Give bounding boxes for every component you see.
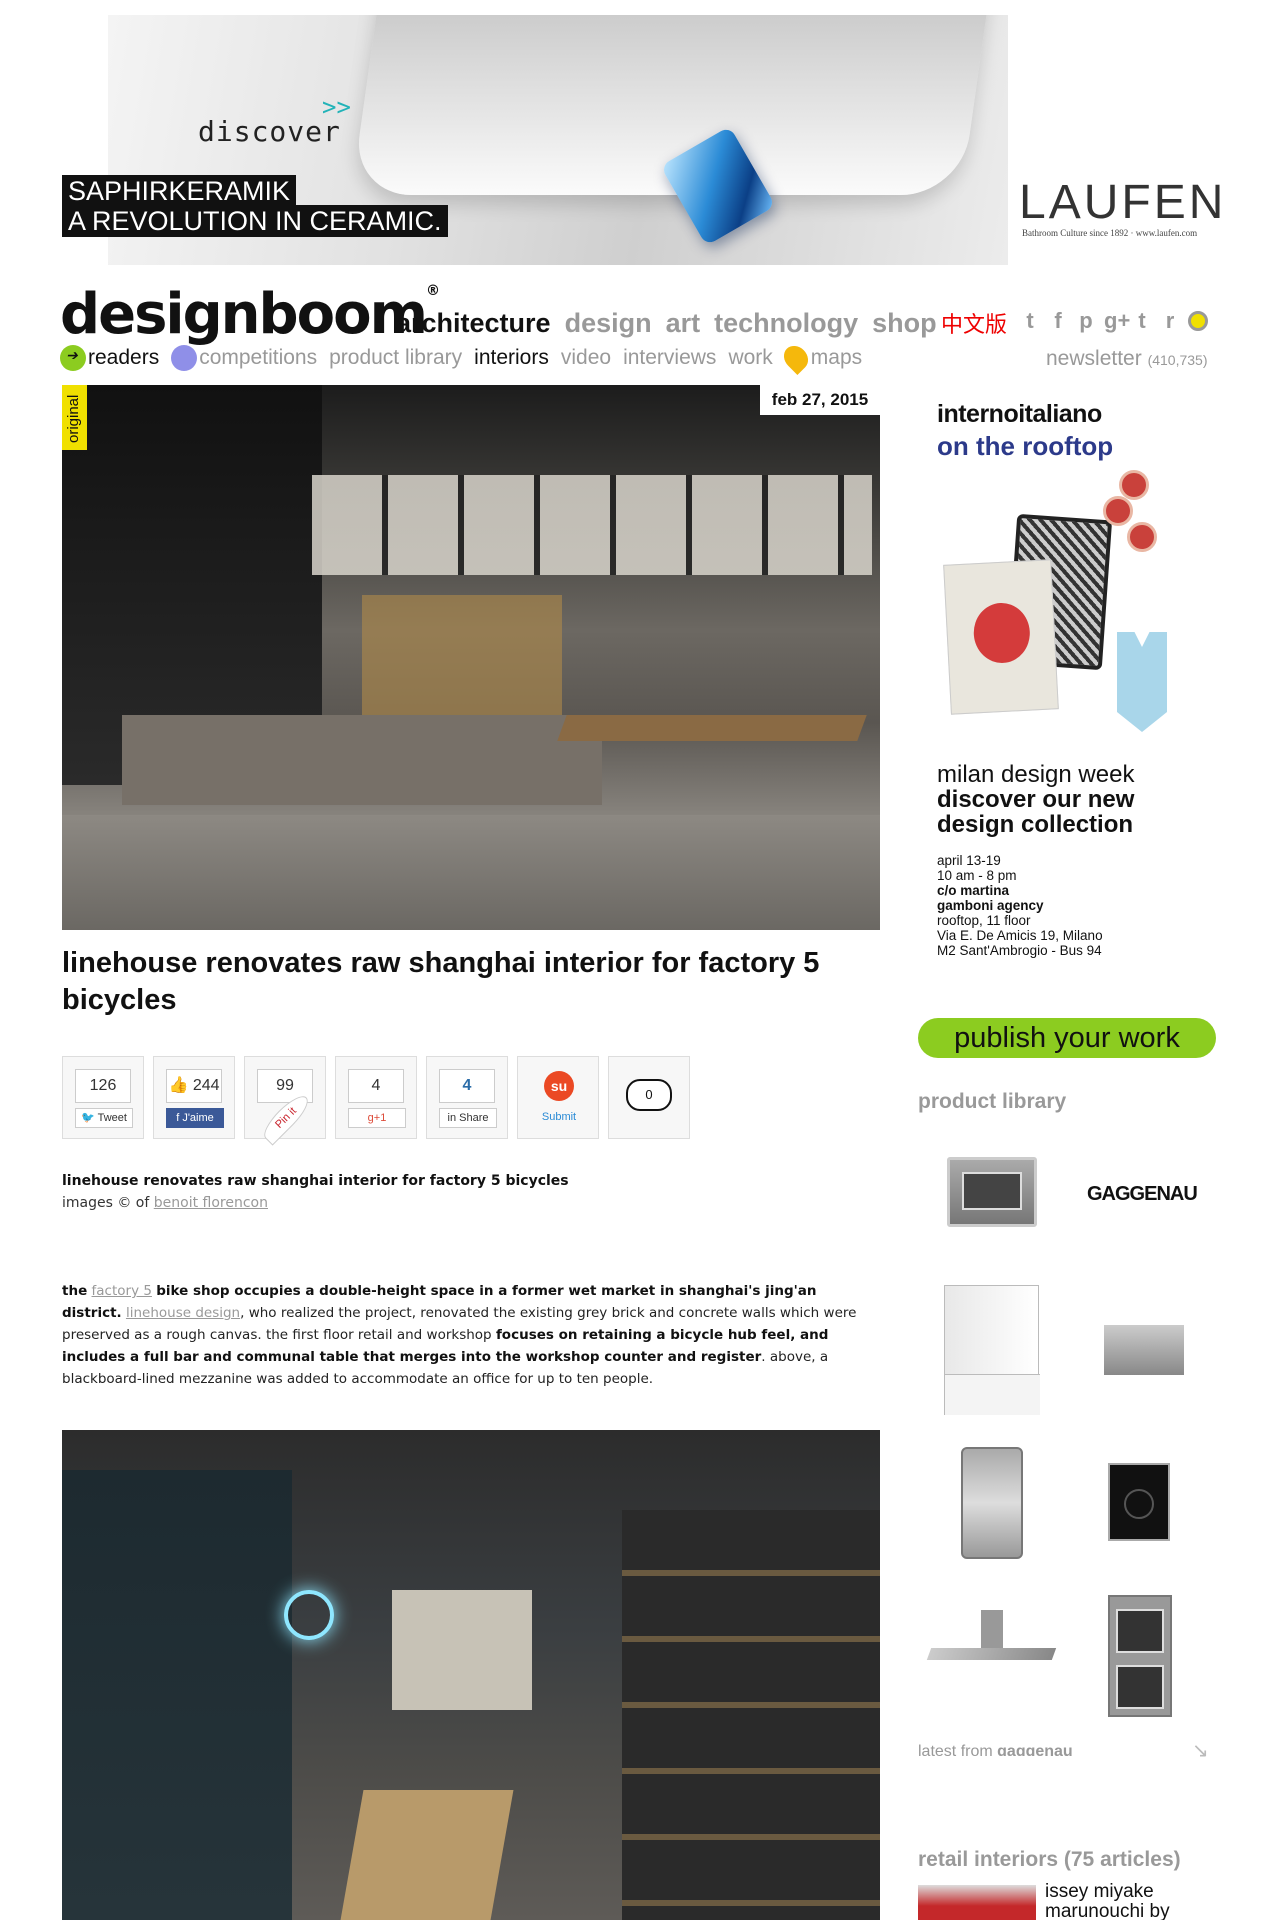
pinterest-icon[interactable]: p (1076, 308, 1096, 334)
sub-nav-video[interactable]: video (561, 346, 611, 370)
hero-image-bike-cafe (62, 385, 880, 930)
laufen-logo: LAUFEN (1019, 176, 1227, 229)
ad-line-2: A REVOLUTION IN CERAMIC. (62, 205, 448, 237)
map-pin-icon (778, 341, 813, 375)
comment-bubble-icon: 0 (626, 1079, 672, 1111)
publish-your-work-button[interactable]: publish your work (918, 1018, 1216, 1058)
google-plus-icon: g+1 (348, 1108, 406, 1128)
product-double-oven[interactable] (1108, 1595, 1172, 1717)
second-image-bike-shop (62, 1430, 880, 1920)
product-fridge[interactable] (944, 1285, 1039, 1415)
newsletter-link[interactable]: newsletter (410,735) (1046, 347, 1208, 371)
tumblr-icon[interactable]: t (1132, 308, 1152, 334)
sub-nav-product-library[interactable]: product library (329, 346, 462, 370)
top-banner-ad[interactable]: >> discover SAPHIRKERAMIK A REVOLUTION I… (62, 15, 1223, 265)
related-article-thumb[interactable] (918, 1885, 1036, 1920)
sub-nav-competitions[interactable]: competitions (171, 345, 317, 371)
sub-nav-interiors[interactable]: interiors (474, 346, 549, 370)
ad-details: april 13-19 10 am - 8 pm c/o martina gam… (937, 853, 1103, 958)
google-plus-icon[interactable]: g+ (1104, 308, 1130, 334)
twitter-icon: 🐦 Tweet (75, 1108, 133, 1128)
google-plus-button[interactable]: 4 g+1 (335, 1056, 417, 1139)
article-title: linehouse renovates raw shanghai interio… (62, 947, 820, 1016)
ad-brand-logo: internoitaliano (937, 400, 1102, 428)
stumbleupon-button[interactable]: su Submit (517, 1056, 599, 1139)
nav-art[interactable]: art (666, 308, 701, 339)
main-nav: architecture design art technology shop (396, 308, 937, 339)
share-bar: 126 🐦 Tweet 👍 244 f J'aime 99 Pin it 4 g… (62, 1056, 690, 1146)
product-grill[interactable] (961, 1447, 1023, 1559)
nav-architecture[interactable]: architecture (396, 308, 551, 339)
linehouse-design-link[interactable]: linehouse design (126, 1305, 240, 1321)
sub-nav-readers[interactable]: readers (60, 345, 159, 371)
facebook-like-button[interactable]: 👍 244 f J'aime (153, 1056, 235, 1139)
ad-subbrand: on the rooftop (937, 431, 1114, 461)
nav-design[interactable]: design (565, 308, 652, 339)
nav-shop[interactable]: shop (872, 308, 937, 339)
original-badge: original (62, 385, 87, 450)
product-steamer[interactable] (1104, 1325, 1184, 1375)
retail-interiors-heading[interactable]: retail interiors (75 articles) (918, 1848, 1181, 1872)
nav-technology[interactable]: technology (714, 308, 858, 339)
product-oven[interactable] (947, 1157, 1037, 1227)
discover-text: discover (198, 115, 341, 148)
stumbleupon-icon: su (544, 1071, 574, 1101)
ad-line-1: SAPHIRKERAMIK (62, 175, 297, 207)
arrow-icon[interactable]: ↘ (1192, 1738, 1209, 1763)
chinese-version-link[interactable]: 中文版 (941, 307, 1007, 339)
readers-arrow-icon (60, 345, 86, 371)
article-paragraph: the factory 5 bike shop occupies a doubl… (62, 1283, 857, 1387)
photographer-link[interactable]: benoit florencon (154, 1195, 268, 1211)
comments-button[interactable]: 0 (608, 1056, 690, 1139)
product-extractor-hood[interactable] (929, 1610, 1054, 1670)
rss-icon[interactable]: r (1160, 308, 1180, 334)
related-article-title[interactable]: issey miyake marunouchi by (1045, 1882, 1215, 1920)
sub-nav-interviews[interactable]: interviews (623, 346, 716, 370)
sidebar-ad-internoitaliano[interactable]: internoitaliano on the rooftop milan des… (937, 400, 1177, 980)
search-icon[interactable] (1188, 311, 1208, 331)
facebook-icon: f J'aime (166, 1108, 224, 1128)
product-library-heading[interactable]: product library (918, 1090, 1066, 1114)
sub-nav-maps[interactable]: maps (778, 341, 862, 375)
linkedin-share-button[interactable]: 4 in Share (426, 1056, 508, 1139)
latest-from-link[interactable]: latest from gaggenau (918, 1743, 1218, 1756)
competitions-dot-icon (171, 345, 198, 371)
pinterest-button[interactable]: 99 Pin it (244, 1056, 326, 1146)
gaggenau-logo[interactable]: GAGGENAU (1087, 1183, 1198, 1206)
designboom-logo[interactable]: designboom® (60, 282, 440, 347)
image-caption: linehouse renovates raw shanghai interio… (62, 1170, 569, 1214)
caption-title: linehouse renovates raw shanghai interio… (62, 1173, 569, 1189)
sub-nav-work[interactable]: work (728, 346, 772, 370)
ad-cards-image (937, 470, 1177, 762)
twitter-icon[interactable]: t (1020, 308, 1040, 334)
article-date: feb 27, 2015 (760, 385, 880, 415)
social-icons: t f p g+ t r (1020, 308, 1208, 334)
ad-headline: milan design week discover our new desig… (937, 761, 1135, 838)
linkedin-icon: in Share (439, 1108, 497, 1128)
facebook-icon[interactable]: f (1048, 308, 1068, 334)
factory-5-link[interactable]: factory 5 (92, 1283, 152, 1299)
product-cooktop[interactable] (1108, 1463, 1170, 1541)
sub-nav: readers competitions product library int… (60, 341, 874, 375)
laufen-tagline: Bathroom Culture since 1892 · www.laufen… (1022, 228, 1198, 238)
tweet-button[interactable]: 126 🐦 Tweet (62, 1056, 144, 1139)
